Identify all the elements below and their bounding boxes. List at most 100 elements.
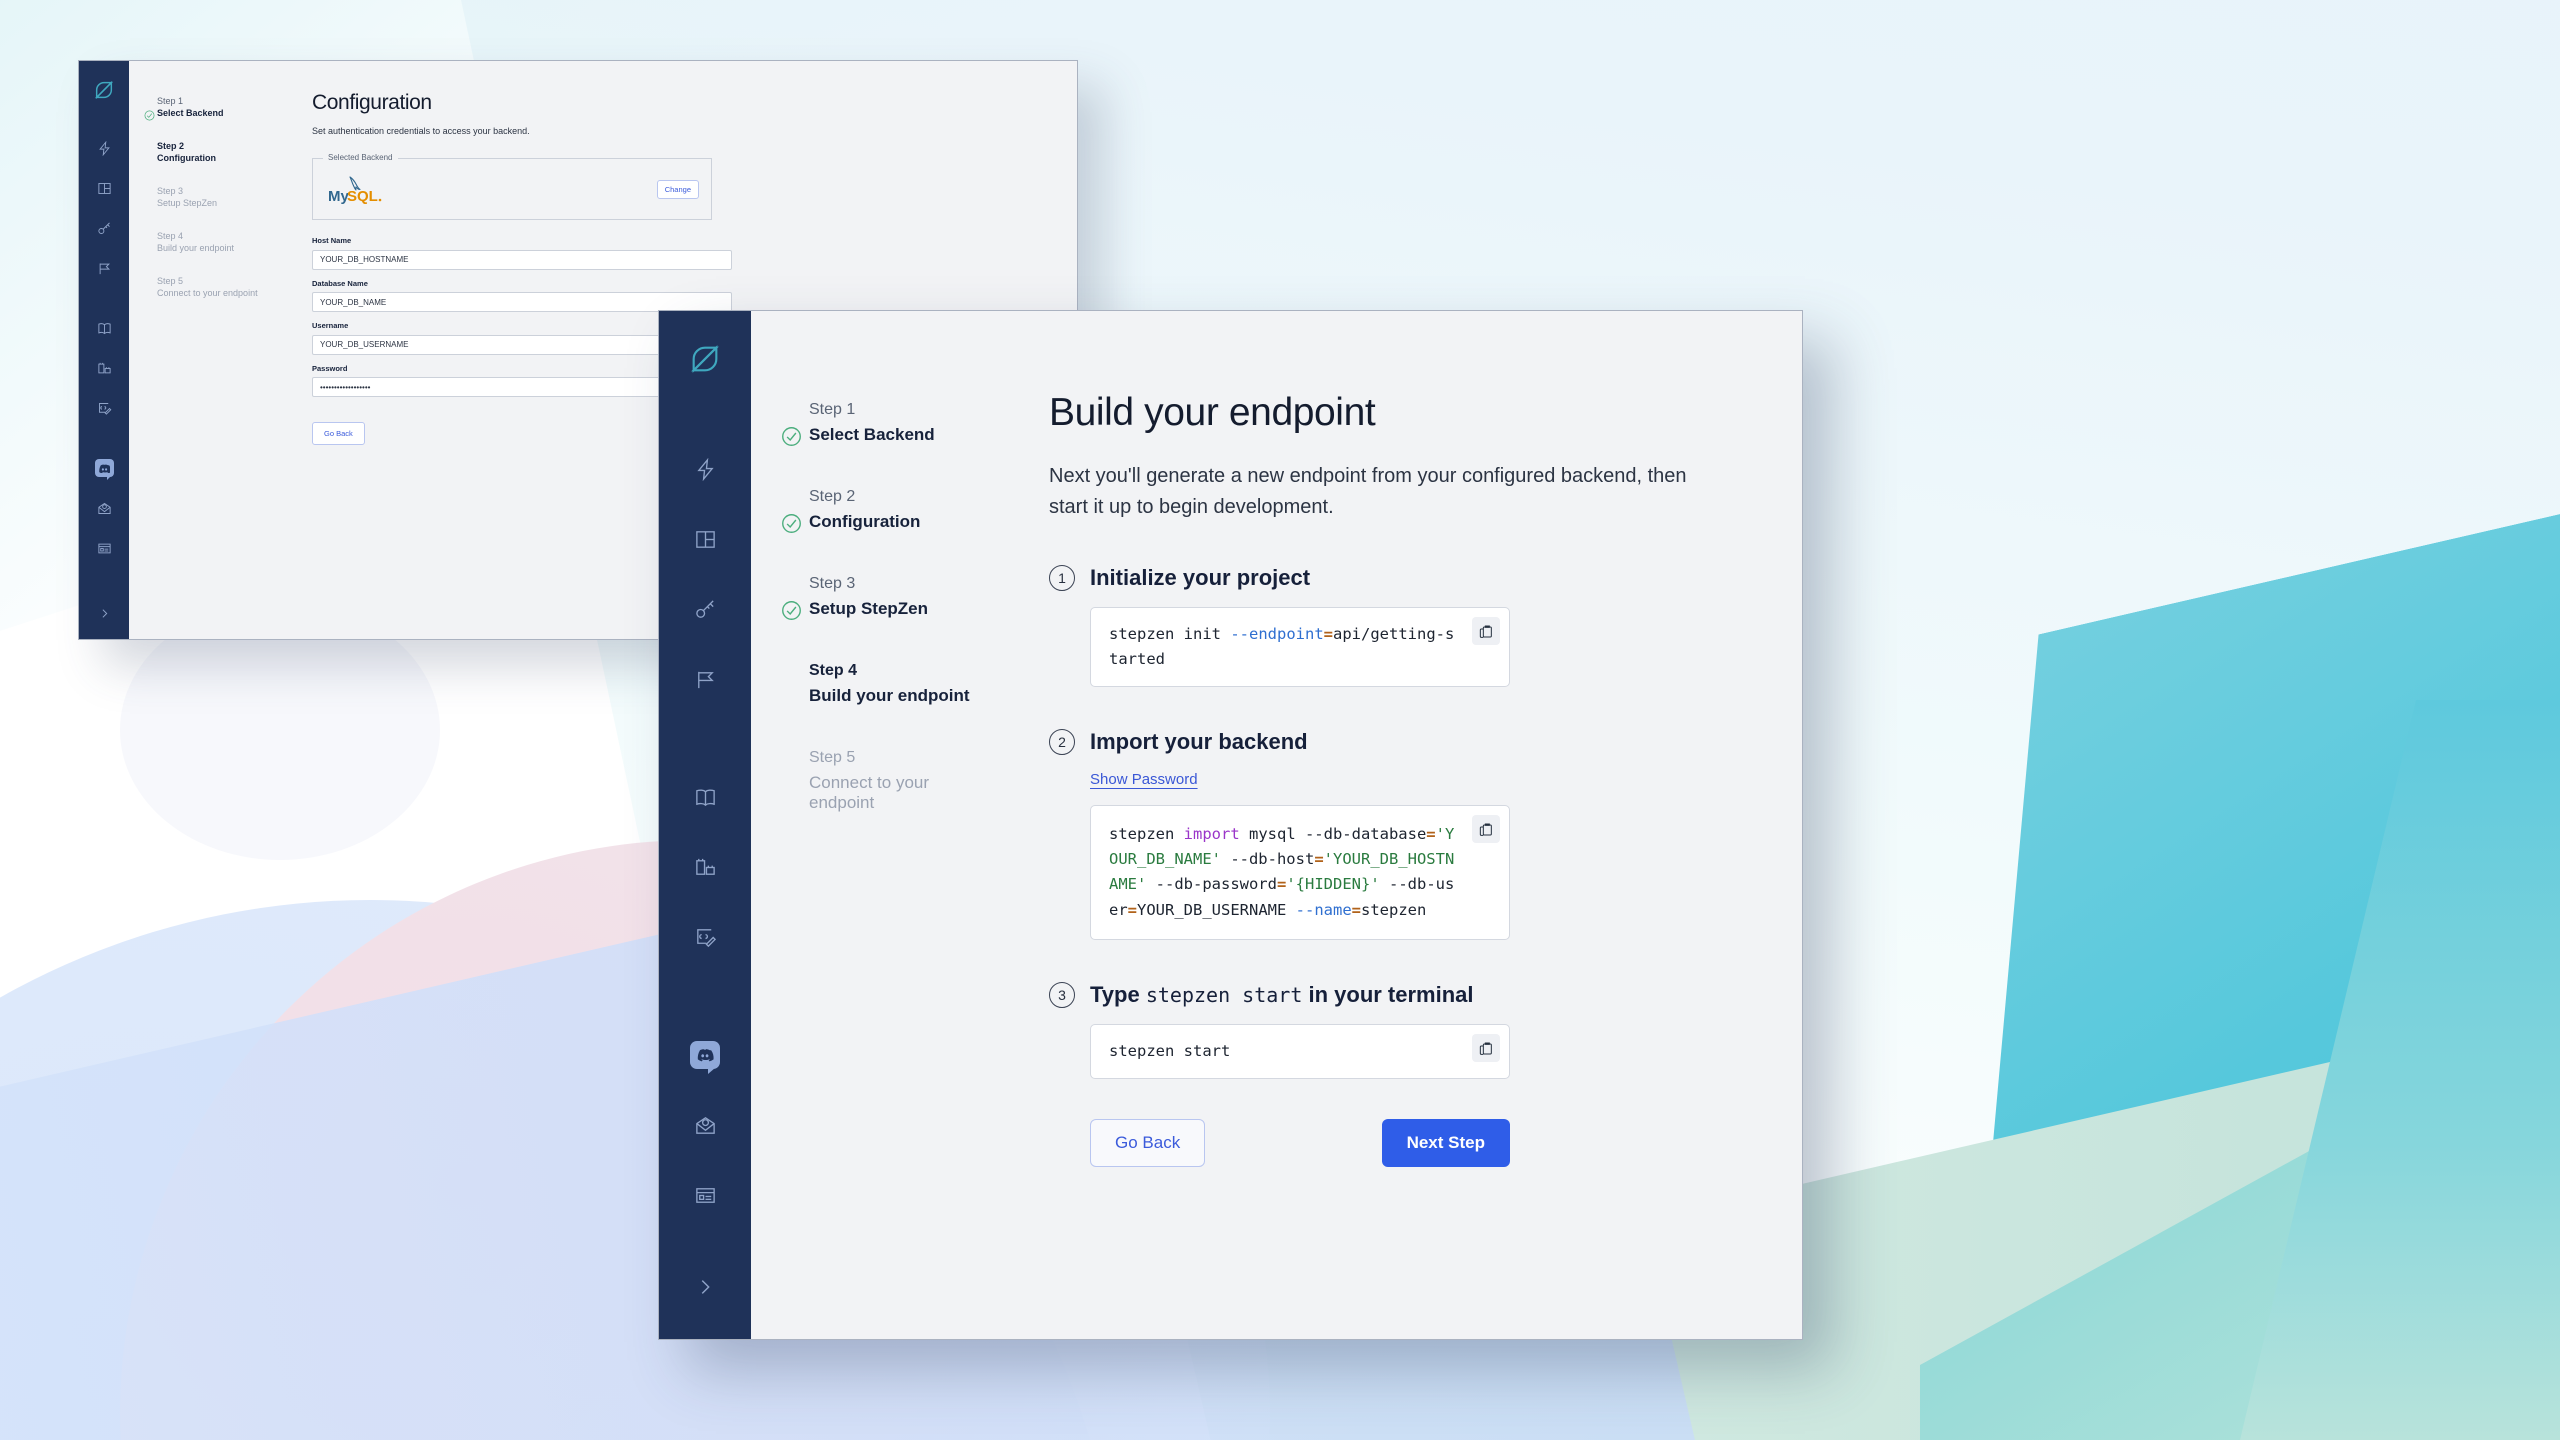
- task-import-backend: 2 Import your backend Show Password step…: [1049, 729, 1802, 940]
- stepzen-logo-icon[interactable]: [683, 337, 727, 381]
- database-name-field-group: Database Name: [312, 278, 1077, 312]
- code-braces-icon[interactable]: [89, 393, 119, 423]
- task-title-prefix: Type: [1090, 981, 1146, 1007]
- step-item-4[interactable]: Step 4 Build your endpoint: [157, 231, 284, 253]
- change-backend-button[interactable]: Change: [656, 179, 699, 199]
- sidebar-back: [79, 61, 129, 639]
- step-item-5[interactable]: Step 5 Connect to your endpoint: [809, 749, 991, 813]
- step-number: Step 5: [157, 276, 184, 286]
- lightning-icon[interactable]: [89, 133, 119, 163]
- check-icon: [781, 600, 802, 626]
- chevron-right-expand-icon[interactable]: [98, 607, 111, 625]
- key-icon[interactable]: [683, 587, 727, 631]
- book-icon[interactable]: [683, 775, 727, 819]
- step-number: Step 1: [809, 401, 856, 418]
- sidebar-front: [659, 311, 751, 1339]
- layout-grid-icon[interactable]: [683, 517, 727, 561]
- back-step-rail: Step 1 Select Backend Step 2 Configurati…: [129, 61, 284, 639]
- task-header: 2 Import your backend: [1049, 729, 1802, 756]
- task-header: 3 Type stepzen start in your terminal: [1049, 981, 1802, 1008]
- step-label: Configuration: [157, 153, 216, 163]
- step-number: Step 4: [157, 231, 184, 241]
- copy-icon[interactable]: [1472, 1033, 1500, 1062]
- blocks-icon[interactable]: [89, 353, 119, 383]
- step-item-1[interactable]: Step 1 Select Backend: [144, 96, 284, 121]
- newsletter-icon[interactable]: [89, 533, 119, 563]
- task-title-suffix: in your terminal: [1302, 981, 1474, 1007]
- go-back-button[interactable]: Go Back: [312, 422, 365, 445]
- page-subtitle: Set authentication credentials to access…: [312, 126, 530, 136]
- step-number: Step 5: [809, 749, 856, 766]
- task-title: Initialize your project: [1090, 565, 1311, 590]
- stepzen-logo-icon[interactable]: [89, 75, 119, 105]
- email-at-icon[interactable]: [683, 1103, 727, 1147]
- step-number: Step 3: [809, 575, 856, 592]
- flag-icon[interactable]: [683, 657, 727, 701]
- copy-icon[interactable]: [1472, 815, 1500, 844]
- database-name-label: Database Name: [312, 278, 368, 288]
- database-name-input[interactable]: [312, 292, 732, 312]
- step-label: Select Backend: [157, 108, 224, 118]
- command-code-block-init[interactable]: stepzen init --endpoint=api/getting-star…: [1090, 607, 1510, 688]
- step-number: Step 4: [809, 662, 858, 679]
- key-icon[interactable]: [89, 213, 119, 243]
- newsletter-icon[interactable]: [683, 1173, 727, 1217]
- step-number: Step 3: [157, 186, 184, 196]
- step-number: Step 2: [157, 141, 185, 151]
- svg-text:SQL: SQL: [347, 188, 378, 205]
- task-title: Import your backend: [1090, 729, 1308, 755]
- step-item-2[interactable]: Step 2 Configuration: [782, 488, 991, 533]
- check-icon: [781, 426, 802, 452]
- host-name-label: Host Name: [312, 236, 352, 245]
- step-item-1[interactable]: Step 1 Select Backend: [782, 401, 991, 446]
- copy-icon[interactable]: [1472, 617, 1500, 645]
- step-item-5[interactable]: Step 5 Connect to your endpoint: [157, 276, 284, 298]
- command-code-block-start[interactable]: stepzen start: [1090, 1023, 1510, 1079]
- page-subtitle: Next you'll generate a new endpoint from…: [1049, 465, 1687, 518]
- flag-icon[interactable]: [89, 253, 119, 283]
- foreground-window-build-endpoint: Step 1 Select Backend Step 2 Configurati…: [658, 310, 1803, 1340]
- task-initialize-project: 1 Initialize your project stepzen init -…: [1049, 565, 1802, 688]
- command-code-block-import[interactable]: stepzen import mysql --db-database='YOUR…: [1090, 805, 1510, 940]
- check-icon: [144, 108, 155, 126]
- step-label: Configuration: [809, 512, 921, 531]
- step-item-2[interactable]: Step 2 Configuration: [157, 141, 284, 163]
- lightning-icon[interactable]: [683, 447, 727, 491]
- show-password-link[interactable]: Show Password: [1090, 771, 1198, 788]
- svg-text:My: My: [328, 188, 349, 205]
- code-braces-icon[interactable]: [683, 915, 727, 959]
- blocks-icon[interactable]: [683, 845, 727, 889]
- step-label: Connect to your endpoint: [809, 773, 930, 812]
- host-name-input[interactable]: [312, 249, 732, 270]
- check-icon: [781, 513, 802, 539]
- next-step-button[interactable]: Next Step: [1381, 1118, 1510, 1167]
- page-title: Configuration: [312, 91, 432, 114]
- front-window-content: Step 1 Select Backend Step 2 Configurati…: [751, 311, 1802, 1339]
- selected-backend-legend: Selected Backend: [323, 153, 398, 162]
- chevron-right-expand-icon[interactable]: [694, 1276, 716, 1303]
- email-at-icon[interactable]: [89, 493, 119, 523]
- front-main-panel: Build your endpoint Next you'll generate…: [991, 311, 1802, 1339]
- step-item-4[interactable]: Step 4 Build your endpoint: [809, 662, 991, 706]
- task-number-badge: 1: [1049, 565, 1075, 591]
- step-label: Build your endpoint: [157, 243, 235, 253]
- task-number-badge: 3: [1049, 981, 1075, 1008]
- host-name-field-group: Host Name: [312, 236, 1077, 270]
- command-text: stepzen start: [1109, 1041, 1231, 1060]
- discord-icon[interactable]: [89, 453, 119, 483]
- book-icon[interactable]: [89, 313, 119, 343]
- go-back-button[interactable]: Go Back: [1090, 1118, 1206, 1167]
- step-label: Select Backend: [809, 425, 935, 444]
- mysql-logo-icon: My SQL: [327, 172, 387, 206]
- step-item-3[interactable]: Step 3 Setup StepZen: [157, 186, 284, 208]
- wizard-actions: Go Back Next Step: [1090, 1118, 1510, 1167]
- step-label: Build your endpoint: [809, 686, 970, 705]
- discord-icon[interactable]: [683, 1033, 727, 1077]
- task-type-stepzen-start: 3 Type stepzen start in your terminal st…: [1049, 981, 1802, 1079]
- step-label: Setup StepZen: [157, 198, 218, 208]
- step-item-3[interactable]: Step 3 Setup StepZen: [782, 575, 991, 620]
- selected-backend-panel: Selected Backend My SQL Change: [312, 153, 712, 220]
- task-number-badge: 2: [1049, 729, 1075, 756]
- layout-grid-icon[interactable]: [89, 173, 119, 203]
- page-title: Build your endpoint: [1049, 391, 1376, 434]
